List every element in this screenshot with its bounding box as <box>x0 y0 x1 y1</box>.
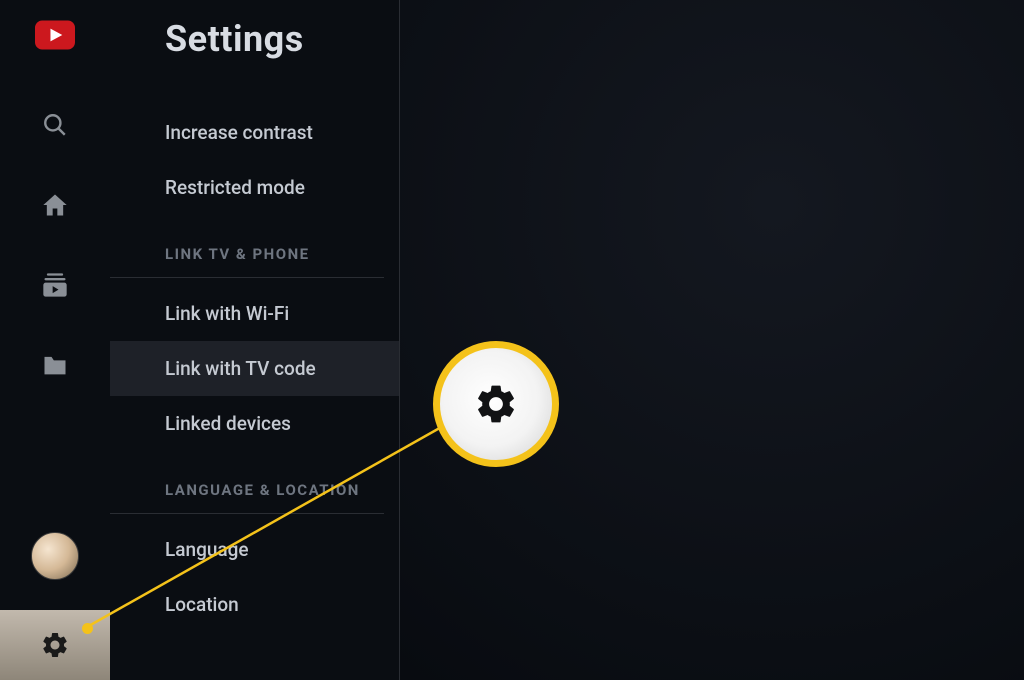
settings-panel: Settings Increase contrast Restricted mo… <box>110 0 400 680</box>
settings-item-location[interactable]: Location <box>110 577 399 632</box>
avatar[interactable] <box>31 532 79 580</box>
settings-item-restricted-mode[interactable]: Restricted mode <box>110 160 399 215</box>
page-title: Settings <box>110 18 399 105</box>
home-icon[interactable] <box>35 185 75 225</box>
settings-section-language-location: LANGUAGE & LOCATION <box>110 451 384 514</box>
settings-section-link-tv-phone: LINK TV & PHONE <box>110 215 384 278</box>
settings-item-language[interactable]: Language <box>110 522 399 577</box>
settings-item-linked-devices[interactable]: Linked devices <box>110 396 399 451</box>
search-icon[interactable] <box>35 105 75 145</box>
sidebar <box>0 0 110 680</box>
settings-nav-item[interactable] <box>0 610 110 680</box>
library-icon[interactable] <box>35 345 75 385</box>
settings-item-increase-contrast[interactable]: Increase contrast <box>110 105 399 160</box>
content-area <box>400 0 1024 680</box>
gear-icon <box>40 630 70 660</box>
settings-item-link-tv-code[interactable]: Link with TV code <box>110 341 399 396</box>
subscriptions-icon[interactable] <box>35 265 75 305</box>
settings-item-link-wifi[interactable]: Link with Wi-Fi <box>110 286 399 341</box>
youtube-logo[interactable] <box>35 15 75 55</box>
